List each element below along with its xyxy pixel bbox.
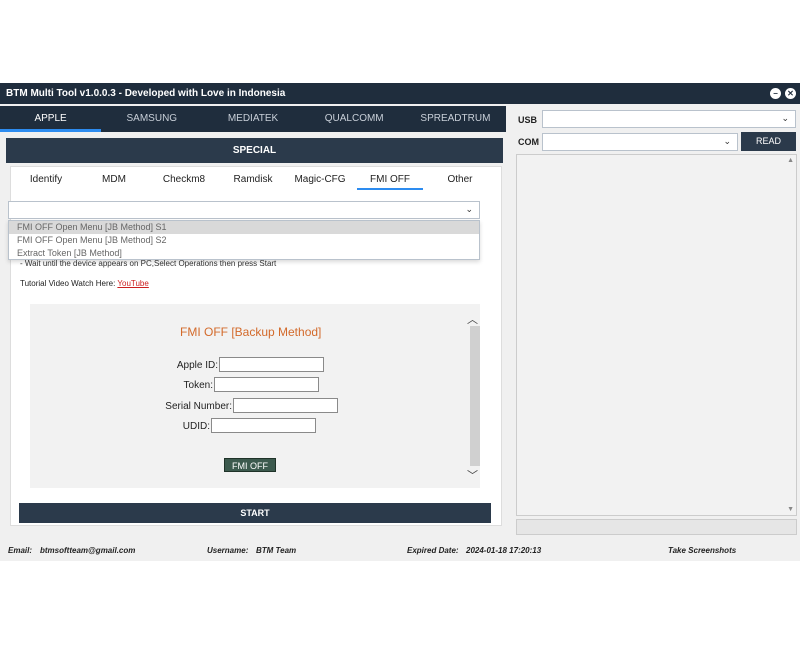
apple-id-label: Apple ID: bbox=[176, 360, 218, 371]
read-button[interactable]: READ bbox=[741, 132, 796, 151]
method-select[interactable]: ⌄ bbox=[8, 201, 480, 219]
tutorial-label: Tutorial Video Watch Here: bbox=[20, 279, 116, 288]
fmi-off-button[interactable]: FMI OFF bbox=[224, 458, 276, 472]
scroll-up-icon[interactable]: ︿ bbox=[467, 311, 478, 327]
tutorial-line: Tutorial Video Watch Here: YouTube bbox=[20, 279, 149, 288]
tab-spreadtrum[interactable]: SPREADTRUM bbox=[405, 106, 506, 132]
form-scrollbar[interactable] bbox=[470, 326, 480, 466]
email-label: Email: bbox=[8, 546, 33, 555]
expired-value: 2024-01-18 17:20:13 bbox=[466, 546, 542, 555]
scroll-down-icon[interactable]: ▼ bbox=[787, 506, 794, 513]
serial-number-label: Serial Number: bbox=[165, 401, 232, 412]
usb-select[interactable]: ⌄ bbox=[542, 110, 796, 128]
take-screenshots-link[interactable]: Take Screenshots bbox=[668, 546, 736, 555]
method-dropdown-list: FMI OFF Open Menu [JB Method] S1 FMI OFF… bbox=[8, 220, 480, 260]
progress-bar bbox=[516, 519, 797, 535]
tab-apple[interactable]: APPLE bbox=[0, 106, 102, 132]
subtab-fmi-off[interactable]: FMI OFF bbox=[357, 170, 423, 190]
com-label: COM bbox=[518, 137, 539, 147]
usb-label: USB bbox=[518, 115, 538, 125]
chevron-down-icon[interactable]: ⌄ bbox=[781, 113, 789, 124]
close-icon[interactable]: ✕ bbox=[785, 88, 796, 99]
hint-text: - Wait until the device appears on PC,Se… bbox=[20, 259, 277, 268]
youtube-link[interactable]: YouTube bbox=[117, 279, 148, 288]
email-value: btmsoftteam@gmail.com bbox=[40, 546, 136, 555]
serial-number-input[interactable] bbox=[233, 398, 338, 413]
subtab-magic-cfg[interactable]: Magic-CFG bbox=[285, 170, 355, 190]
form-title: FMI OFF [Backup Method] bbox=[180, 325, 322, 339]
start-button[interactable]: START bbox=[19, 503, 491, 523]
tab-qualcomm[interactable]: QUALCOMM bbox=[304, 106, 405, 132]
main-window: BTM Multi Tool v1.0.0.3 - Developed with… bbox=[0, 83, 800, 561]
fmi-form: FMI OFF [Backup Method] ︿ ﹀ Apple ID: To… bbox=[30, 304, 480, 488]
token-label: Token: bbox=[183, 380, 213, 391]
subtab-ramdisk[interactable]: Ramdisk bbox=[221, 170, 285, 190]
com-select[interactable]: ⌄ bbox=[542, 133, 738, 151]
special-bar[interactable]: SPECIAL bbox=[6, 138, 503, 163]
sub-tabs: Identify MDM Checkm8 Ramdisk Magic-CFG F… bbox=[11, 170, 501, 190]
scroll-up-icon[interactable]: ▲ bbox=[787, 157, 794, 164]
subtab-mdm[interactable]: MDM bbox=[81, 170, 147, 190]
minimize-icon[interactable]: − bbox=[770, 88, 781, 99]
dropdown-option[interactable]: FMI OFF Open Menu [JB Method] S2 bbox=[9, 234, 479, 247]
chevron-down-icon[interactable]: ⌄ bbox=[465, 204, 473, 215]
title-bar: BTM Multi Tool v1.0.0.3 - Developed with… bbox=[0, 83, 800, 104]
apple-id-input[interactable] bbox=[219, 357, 324, 372]
subtab-identify[interactable]: Identify bbox=[11, 170, 81, 190]
dropdown-option[interactable]: FMI OFF Open Menu [JB Method] S1 bbox=[9, 221, 479, 234]
subtab-other[interactable]: Other bbox=[425, 170, 495, 190]
scroll-down-icon[interactable]: ﹀ bbox=[467, 467, 478, 483]
chevron-down-icon[interactable]: ⌄ bbox=[723, 136, 731, 147]
tab-mediatek[interactable]: MEDIATEK bbox=[202, 106, 303, 132]
username-value: BTM Team bbox=[256, 546, 297, 555]
expired-label: Expired Date: bbox=[407, 546, 459, 555]
subtab-checkm8[interactable]: Checkm8 bbox=[147, 170, 221, 190]
platform-tabs: APPLE SAMSUNG MEDIATEK QUALCOMM SPREADTR… bbox=[0, 106, 506, 132]
udid-label: UDID: bbox=[182, 421, 210, 432]
token-input[interactable] bbox=[214, 377, 319, 392]
status-bar: Email: btmsoftteam@gmail.com Username: B… bbox=[0, 541, 800, 561]
tab-samsung[interactable]: SAMSUNG bbox=[101, 106, 202, 132]
log-output[interactable]: ▲ ▼ bbox=[516, 154, 797, 516]
dropdown-option[interactable]: Extract Token [JB Method] bbox=[9, 247, 479, 260]
udid-input[interactable] bbox=[211, 418, 316, 433]
username-label: Username: bbox=[207, 546, 249, 555]
window-title: BTM Multi Tool v1.0.0.3 - Developed with… bbox=[6, 88, 286, 99]
